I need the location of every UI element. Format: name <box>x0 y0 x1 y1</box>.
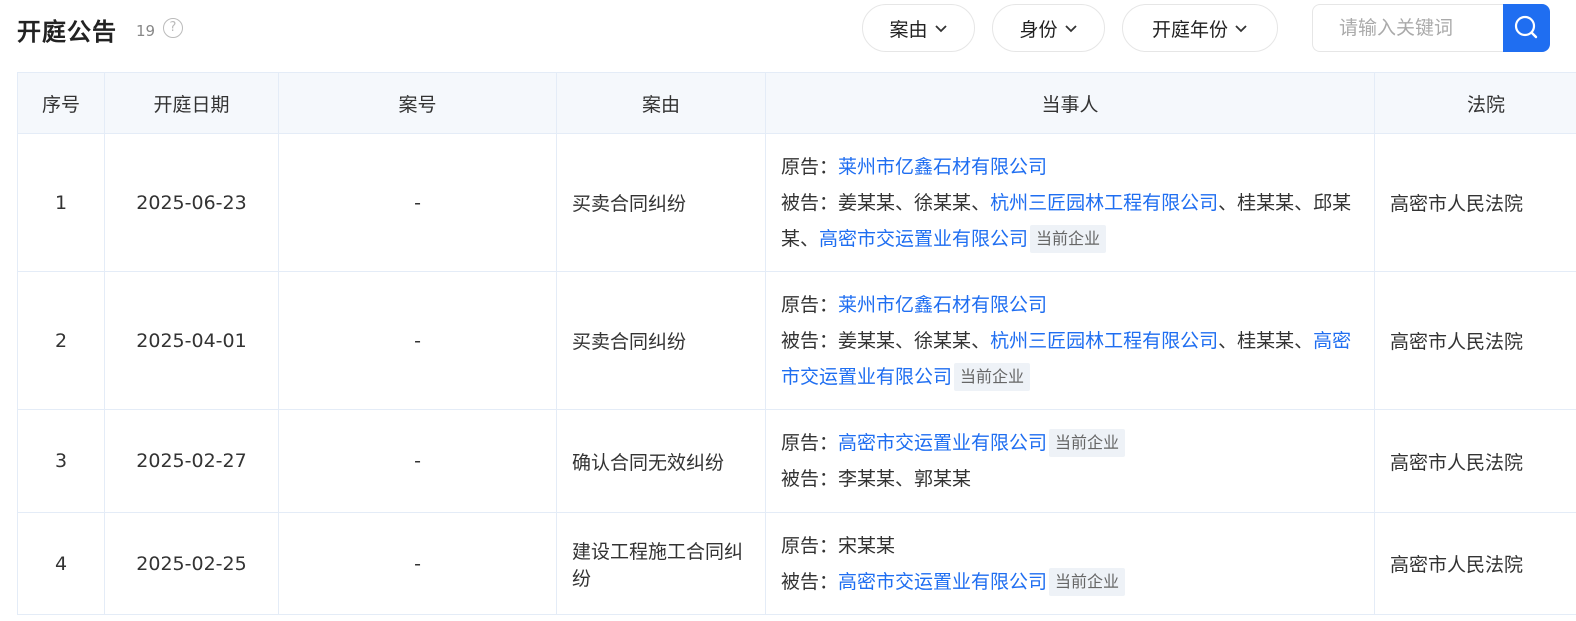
plaintiff-line: 原告：莱州市亿鑫石材有限公司 <box>781 287 1354 323</box>
plaintiff-label: 原告： <box>781 293 839 316</box>
company-link[interactable]: 莱州市亿鑫石材有限公司 <box>838 294 1047 316</box>
company-link[interactable]: 杭州三匠园林工程有限公司 <box>990 192 1218 214</box>
chevron-down-icon <box>1235 25 1247 33</box>
cell-reason: 确认合同无效纠纷 <box>556 409 766 513</box>
company-link[interactable]: 莱州市亿鑫石材有限公司 <box>838 156 1047 178</box>
defendant-line: 被告：姜某某、徐某某、杭州三匠园林工程有限公司、桂某某、邱某某、高密市交运置业有… <box>781 185 1354 257</box>
section-header: 开庭公告 19 ? 案由 身份 开庭年份 <box>0 0 1576 60</box>
party-name: 姜某某 <box>838 329 896 352</box>
search-box <box>1312 4 1550 52</box>
separator: 、 <box>1294 329 1314 352</box>
cell-date: 2025-06-23 <box>104 133 279 272</box>
separator: 、 <box>1218 329 1238 352</box>
defendant-line: 被告：李某某、郭某某 <box>781 461 1354 497</box>
cell-date: 2025-02-25 <box>104 512 279 615</box>
cell-reason: 建设工程施工合同纠纷 <box>556 512 766 615</box>
company-link[interactable]: 高密市交运置业有限公司 <box>819 228 1028 250</box>
party-name: 桂某某 <box>1237 329 1295 352</box>
defendant-line: 被告：姜某某、徐某某、杭州三匠园林工程有限公司、桂某某、高密市交运置业有限公司当… <box>781 323 1354 395</box>
cell-parties: 原告：莱州市亿鑫石材有限公司 被告：姜某某、徐某某、杭州三匠园林工程有限公司、桂某… <box>765 271 1375 410</box>
table-row[interactable]: 2 2025-04-01- 买卖合同纠纷 原告：莱州市亿鑫石材有限公司 被告：姜某某、徐… <box>17 271 1576 410</box>
filter-reason-label: 案由 <box>889 18 928 41</box>
table-header-row: 序号 开庭日期 案号 案由 当事人 法院 <box>17 72 1576 134</box>
company-link[interactable]: 杭州三匠园林工程有限公司 <box>990 330 1218 352</box>
filter-reason-dropdown[interactable]: 案由 <box>862 4 975 52</box>
party-name: 桂某某 <box>1237 191 1295 214</box>
company-link[interactable]: 高密市交运置业有限公司 <box>838 571 1047 593</box>
cell-case-no: - <box>278 271 557 410</box>
plaintiff-line: 原告：高密市交运置业有限公司 当前企业 <box>781 425 1354 461</box>
separator: 、 <box>1294 191 1314 214</box>
party-name: 郭某某 <box>914 468 972 490</box>
party-name: 徐某某 <box>914 191 972 214</box>
cell-index: 2 <box>17 271 105 410</box>
cell-reason: 买卖合同纠纷 <box>556 133 766 272</box>
cell-index: 3 <box>17 409 105 513</box>
help-icon[interactable]: ? <box>163 18 183 38</box>
cell-date: 2025-02-27 <box>104 409 279 513</box>
column-header-index: 序号 <box>17 72 105 134</box>
column-header-date[interactable]: 开庭日期 <box>104 72 279 134</box>
cell-reason: 买卖合同纠纷 <box>556 271 766 410</box>
filter-identity-label: 身份 <box>1019 18 1058 41</box>
search-button[interactable] <box>1503 4 1550 52</box>
current-company-badge: 当前企业 <box>1030 224 1107 253</box>
plaintiff-label: 原告： <box>781 432 839 454</box>
chevron-down-icon <box>934 25 947 33</box>
chevron-down-icon <box>1064 25 1077 33</box>
search-input[interactable] <box>1312 4 1512 52</box>
separator: 、 <box>895 468 915 490</box>
separator: 、 <box>800 227 820 250</box>
separator: 、 <box>971 191 991 214</box>
cell-index: 4 <box>17 512 105 615</box>
defendant-label: 被告： <box>781 468 839 490</box>
cell-date: 2025-04-01 <box>104 271 279 410</box>
column-header-parties: 当事人 <box>765 72 1375 134</box>
company-link[interactable]: 高密市交运置业有限公司 <box>838 432 1047 454</box>
court-hearing-table: 序号 开庭日期 案号 案由 当事人 法院 1 2025-06-23- 买卖合同纠纷原… <box>17 72 1576 615</box>
party-name: 宋某某 <box>838 534 896 557</box>
separator: 、 <box>895 329 915 352</box>
current-company-badge: 当前企业 <box>1049 567 1126 596</box>
cell-court: 高密市人民法院 <box>1374 271 1576 410</box>
column-header-reason: 案由 <box>556 72 766 134</box>
record-count: 19 <box>136 22 156 40</box>
party-name: 徐某某 <box>914 329 972 352</box>
column-header-court: 法院 <box>1374 72 1576 134</box>
table-row[interactable]: 1 2025-06-23- 买卖合同纠纷 原告：莱州市亿鑫石材有限公司 被告：姜某某、徐… <box>17 133 1576 272</box>
party-name: 李某某 <box>838 468 896 490</box>
cell-court: 高密市人民法院 <box>1374 133 1576 272</box>
filter-identity-dropdown[interactable]: 身份 <box>992 4 1105 52</box>
plaintiff-label: 原告： <box>781 534 839 557</box>
section-title: 开庭公告 <box>17 18 117 46</box>
party-name: 姜某某 <box>838 191 896 214</box>
cell-parties: 原告：宋某某 被告：高密市交运置业有限公司 当前企业 <box>765 512 1375 615</box>
current-company-badge: 当前企业 <box>954 362 1031 391</box>
table-row[interactable]: 4 2025-02-25- 建设工程施工合同纠纷 原告：宋某某 被告：高密市交运置业有限… <box>17 512 1576 615</box>
defendant-line: 被告：高密市交运置业有限公司 当前企业 <box>781 564 1354 600</box>
cell-parties: 原告：莱州市亿鑫石材有限公司 被告：姜某某、徐某某、杭州三匠园林工程有限公司、桂某… <box>765 133 1375 272</box>
separator: 、 <box>971 329 991 352</box>
cell-case-no: - <box>278 512 557 615</box>
plaintiff-label: 原告： <box>781 155 839 178</box>
cell-index: 1 <box>17 133 105 272</box>
defendant-label: 被告： <box>781 329 839 352</box>
filter-year-dropdown[interactable]: 开庭年份 <box>1122 4 1278 52</box>
cell-case-no: - <box>278 133 557 272</box>
column-header-case-no: 案号 <box>278 72 557 134</box>
table-row[interactable]: 3 2025-02-27- 确认合同无效纠纷 原告：高密市交运置业有限公司 当前企业 被告… <box>17 409 1576 513</box>
defendant-label: 被告： <box>781 191 839 214</box>
plaintiff-line: 原告：宋某某 <box>781 528 1354 564</box>
search-icon <box>1514 15 1538 39</box>
separator: 、 <box>1218 191 1238 214</box>
current-company-badge: 当前企业 <box>1049 429 1126 457</box>
cell-court: 高密市人民法院 <box>1374 512 1576 615</box>
filter-year-label: 开庭年份 <box>1151 18 1228 41</box>
separator: 、 <box>895 191 915 214</box>
cell-case-no: - <box>278 409 557 513</box>
cell-court: 高密市人民法院 <box>1374 409 1576 513</box>
cell-parties: 原告：高密市交运置业有限公司 当前企业 被告：李某某、郭某某 <box>765 409 1375 513</box>
plaintiff-line: 原告：莱州市亿鑫石材有限公司 <box>781 149 1354 185</box>
defendant-label: 被告： <box>781 570 839 593</box>
